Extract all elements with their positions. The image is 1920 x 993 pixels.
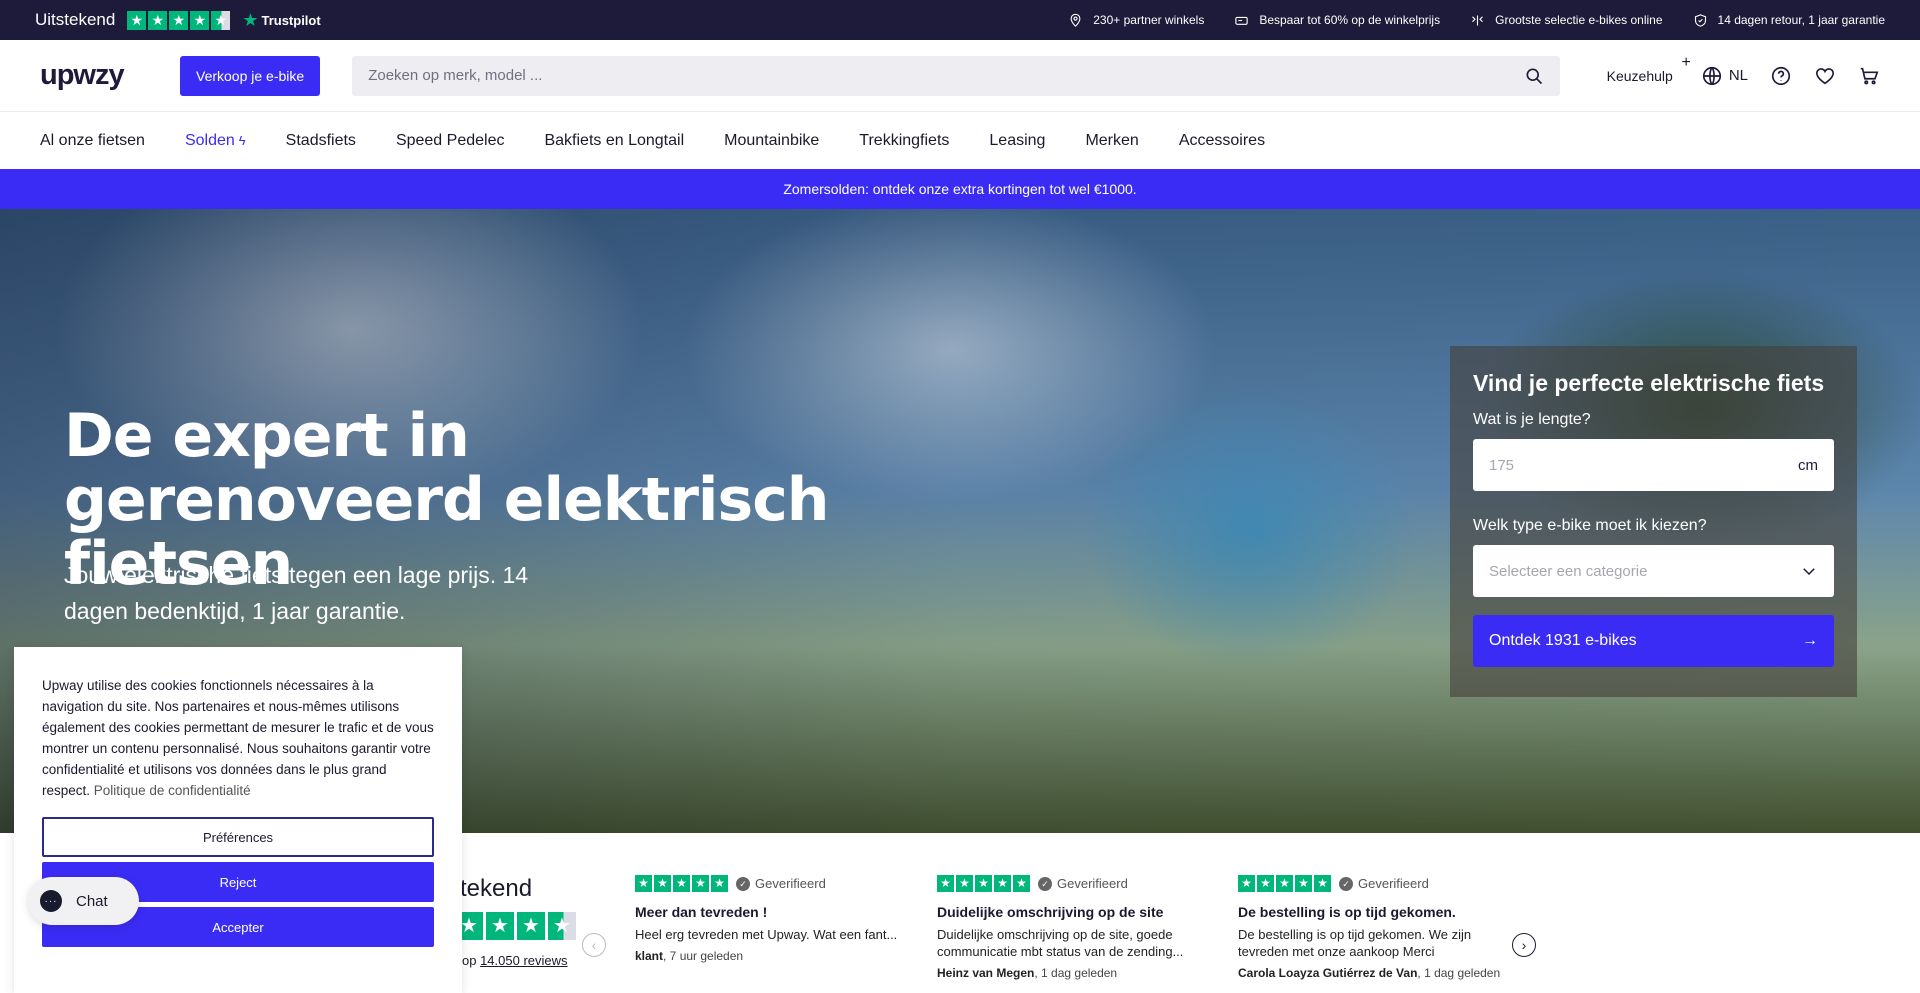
star-icon: ★ [148,10,168,30]
lightning-icon: ϟ [238,133,246,148]
sparkle-icon: + [1681,53,1691,71]
review-author: Heinz van Megen, 1 dag geleden [937,966,1118,980]
nav-city-bike[interactable]: Stadsfiets [286,132,356,150]
height-label: Wat is je lengte? [1473,411,1591,428]
check-icon: ✓ [736,876,750,891]
half-star-icon: ★ [211,10,231,30]
heart-icon[interactable] [1814,65,1836,87]
finder-title: Vind je perfecte elektrische fiets [1473,370,1825,396]
review-text: Heel erg tevreden met Upway. Wat een fan… [635,927,898,942]
review-card[interactable]: ★ ★ ★ ★ ★ ✓ Geverifieerd De bestelling is op … [1238,875,1508,980]
trustpilot-stars: ★ ★ ★ ★ ★ [127,10,231,30]
review-title: Meer dan tevreden ! [635,904,768,920]
nav-trekking-bike[interactable]: Trekkingfiets [859,132,949,150]
bike-finder: Vind je perfecte elektrische fiets Wat i… [1450,346,1857,697]
trustpilot-star-icon: ★ [242,9,259,30]
reviews-heading: tekend [460,875,533,902]
hero-subtitle: Jouw elektrische fiets tegen een lage pr… [64,562,529,624]
reviews-count-link[interactable]: 14.050 reviews [480,953,567,968]
height-placeholder: 175 [1489,456,1515,474]
nav-cargo-bike[interactable]: Bakfiets en Longtail [544,132,684,150]
cookie-banner: Upway utilise des cookies fonctionnels n… [14,647,462,993]
upway-logo[interactable]: upwzy [40,59,172,92]
promo-banner[interactable]: Zomersolden: ontdek onze extra kortingen… [0,169,1920,209]
sell-ebike-button[interactable]: Verkoop je e-bike [180,55,321,96]
tag-icon [1235,16,1249,25]
chat-bubble-icon: ··· [40,890,62,912]
keuzehulp-link[interactable]: Keuzehulp + [1607,54,1691,84]
review-stars: ★ ★ ★ ★ ★ [635,875,728,892]
nav-sale[interactable]: Solden ϟ [185,132,246,150]
reviews-count: op 14.050 reviews [462,953,568,968]
usp-item: 14 dagen retour, 1 jaar garantie [1693,13,1885,28]
trustpilot-logo: ★ Trustpilot [242,9,321,30]
globe-icon [1701,65,1723,87]
chat-widget-button[interactable]: ··· Chat [28,877,139,925]
chevron-down-icon [1803,568,1815,576]
search-input[interactable]: Zoeken op merk, model ... [368,67,1524,84]
nav-mountainbike[interactable]: Mountainbike [724,132,819,150]
star-icon: ★ [127,10,147,30]
star-icon: ★ [486,912,514,940]
verified-badge: ✓ Geverifieerd [736,876,826,891]
trustpilot-widget[interactable]: Uitstekend ★ ★ ★ ★ ★ ★ Trustpilot [35,10,321,31]
review-title: De bestelling is op tijd gekomen. [1238,904,1456,920]
type-label: Welk type e-bike moet ik kiezen? [1473,517,1707,534]
cookie-preferences-button[interactable]: Préférences [42,817,434,857]
cart-icon[interactable] [1858,65,1880,87]
category-select[interactable]: Selecteer een categorie [1473,545,1834,597]
search-icon[interactable] [1524,66,1544,86]
nav-accessories[interactable]: Accessoires [1179,132,1265,150]
nav-brands[interactable]: Merken [1085,132,1138,150]
verified-badge: ✓ Geverifieerd [1339,876,1429,891]
star-icon: ★ [190,10,210,30]
header-actions: Keuzehulp + NL [1607,54,1880,87]
height-input[interactable]: 175 cm [1473,439,1834,491]
review-text: Duidelijke omschrijving op de site, goed… [937,927,1184,959]
category-placeholder: Selecteer een categorie [1489,562,1648,580]
search-bar[interactable]: Zoeken op merk, model ... [352,55,1561,96]
verified-badge: ✓ Geverifieerd [1038,876,1128,891]
top-bar: Uitstekend ★ ★ ★ ★ ★ ★ Trustpilot 230+ pa… [0,0,1920,40]
review-text: De bestelling is op tijd gekomen. We zij… [1238,927,1472,959]
site-header: upwzy Verkoop je e-bike Zoeken op merk, … [0,40,1920,112]
arrow-right-icon: → [1802,632,1818,649]
review-card[interactable]: ★ ★ ★ ★ ★ ✓ Geverifieerd Duidelijke omschrijv… [937,875,1207,980]
review-card[interactable]: ★ ★ ★ ★ ★ ✓ Geverifieerd Meer dan tevreden ! … [635,875,905,963]
usp-item: 230+ partner winkels [1068,13,1204,28]
location-pin-icon [1070,13,1081,27]
review-title: Duidelijke omschrijving op de site [937,904,1164,920]
reviews-prev-button[interactable]: ‹ [582,933,606,957]
shield-icon [1694,13,1706,27]
privacy-policy-link[interactable]: Politique de confidentialité [94,783,251,798]
nav-all-bikes[interactable]: Al onze fietsen [40,132,145,150]
usp-item: Bespaar tot 60% op de winkelprijs [1234,13,1440,28]
cookie-text: Upway utilise des cookies fonctionnels n… [42,678,434,798]
check-icon: ✓ [1339,876,1353,891]
height-unit: cm [1798,456,1818,474]
review-author: klant, 7 uur geleden [635,949,744,963]
nav-leasing[interactable]: Leasing [989,132,1045,150]
star-icon: ★ [169,10,189,30]
usp-list: 230+ partner winkels Bespaar tot 60% op … [1068,13,1885,28]
discover-bikes-button[interactable]: Ontdek 1931 e-bikes → [1473,615,1834,667]
review-author: Carola Loayza Gutiérrez de Van, 1 dag ge… [1238,966,1501,980]
help-icon[interactable] [1770,65,1792,87]
usp-item: Grootste selectie e-bikes online [1470,13,1663,28]
nav-speed-pedelec[interactable]: Speed Pedelec [396,132,505,150]
review-stars: ★ ★ ★ ★ ★ [937,875,1030,892]
route-icon [1472,15,1484,25]
check-icon: ✓ [1038,876,1052,891]
star-icon: ★ [517,912,545,940]
half-star-icon: ★ [548,912,576,940]
trustpilot-rating: Uitstekend [35,10,116,29]
reviews-next-button[interactable]: › [1512,933,1536,957]
main-nav: Al onze fietsen Solden ϟ Stadsfiets Speed… [0,112,1920,169]
language-selector[interactable]: NL [1701,65,1748,87]
review-stars: ★ ★ ★ ★ ★ [1238,875,1331,892]
reviews-stars: ★ ★ ★ ★ [455,912,576,940]
